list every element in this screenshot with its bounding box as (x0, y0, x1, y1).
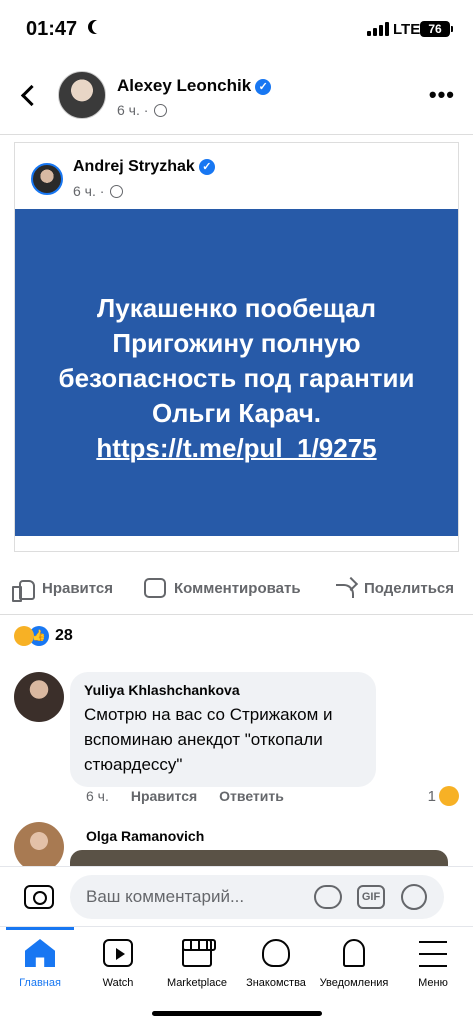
status-bar: 01:47 LTE 76 (0, 0, 473, 56)
bottom-tab-bar: Главная Watch Marketplace Знакомства Уве… (0, 926, 473, 1024)
comment-input[interactable] (70, 875, 444, 919)
globe-icon (154, 104, 168, 117)
comment-bubble[interactable]: Yuliya Khlashchankova Смотрю на вас со С… (70, 672, 376, 787)
battery-icon: 76 (420, 21, 453, 37)
like-label: Нравится (42, 579, 114, 597)
active-tab-indicator (6, 927, 74, 930)
reaction-count: 28 (55, 627, 73, 644)
more-options-button[interactable]: ••• (429, 84, 455, 106)
home-icon (25, 939, 55, 967)
comment-time: 6 ч. (86, 788, 109, 804)
like-button[interactable]: Нравится (12, 578, 114, 602)
tab-menu[interactable]: Меню (393, 939, 473, 989)
emoji-icon[interactable] (401, 884, 427, 910)
tab-label: Главная (19, 977, 61, 989)
verified-icon: ✓ (198, 159, 215, 175)
divider (0, 134, 473, 135)
shared-author-name[interactable]: Andrej Stryzhak (73, 158, 195, 175)
signal-icon (367, 22, 389, 36)
shared-author[interactable]: Andrej Stryzhak ✓ (73, 158, 215, 176)
comment-reply-button[interactable]: Ответить (219, 788, 284, 804)
moon-icon (92, 20, 106, 34)
share-button[interactable]: Поделиться (334, 578, 454, 598)
post-image-text: Лукашенко пообещал Пригожину полную безо… (37, 291, 437, 466)
dating-icon (262, 939, 290, 967)
sticker-icon[interactable] (314, 885, 342, 909)
shared-time[interactable]: 6 ч. · (73, 183, 104, 199)
menu-icon (419, 941, 447, 969)
tab-label: Знакомства (246, 977, 306, 989)
comment-reaction-count: 1 (427, 787, 436, 805)
comment-like-button[interactable]: Нравится (131, 788, 197, 804)
avatar[interactable] (58, 71, 106, 119)
comment-reactions[interactable]: 1 (428, 786, 459, 806)
haha-reaction-icon (439, 786, 459, 806)
post-author[interactable]: Alexey Leonchik ✓ (117, 76, 272, 96)
post-actions: Нравится Комментировать Поделиться (0, 570, 473, 606)
tab-marketplace[interactable]: Marketplace (157, 939, 237, 989)
post-header: Alexey Leonchik ✓ 6 ч. · ••• (0, 66, 473, 128)
comment-author[interactable]: Olga Ramanovich (86, 828, 204, 844)
post-author-name[interactable]: Alexey Leonchik (117, 76, 251, 95)
status-time: 01:47 (26, 18, 78, 40)
bell-icon (343, 939, 365, 967)
home-indicator (152, 1011, 322, 1016)
comment-meta: 6 ч. Нравится Ответить (86, 788, 284, 804)
post-image-link[interactable]: https://t.me/pul_1/9275 (37, 431, 437, 466)
watch-icon (103, 939, 133, 967)
tab-label: Marketplace (167, 977, 227, 989)
marketplace-icon (182, 939, 216, 967)
verified-icon: ✓ (255, 79, 272, 95)
globe-icon (110, 185, 124, 198)
shared-post-card[interactable]: Andrej Stryzhak ✓ 6 ч. · Лукашенко пообещ… (14, 142, 459, 552)
shared-meta: 6 ч. · (73, 183, 124, 199)
comment-label: Комментировать (174, 579, 301, 597)
avatar[interactable] (14, 822, 64, 872)
shared-avatar[interactable] (31, 163, 63, 195)
shared-post-header: Andrej Stryzhak ✓ 6 ч. · (15, 143, 458, 209)
gif-icon[interactable]: GIF (357, 885, 385, 909)
comment-text: Смотрю на вас со Стрижаком и вспоминаю а… (84, 705, 333, 774)
tab-home[interactable]: Главная (0, 939, 80, 989)
tab-dating[interactable]: Знакомства (236, 939, 316, 989)
reactions-summary[interactable]: 👍 28 (14, 626, 73, 646)
post-time[interactable]: 6 ч. · (117, 102, 148, 118)
tab-label: Уведомления (319, 977, 389, 989)
post-image-caption: Лукашенко пообещал Пригожину полную безо… (58, 293, 415, 428)
network-type: LTE (393, 21, 421, 38)
post-image[interactable]: Лукашенко пообещал Пригожину полную безо… (15, 209, 458, 536)
tab-label: Меню (418, 977, 448, 989)
comment-author[interactable]: Yuliya Khlashchankova (84, 682, 362, 698)
divider (0, 614, 473, 615)
share-label: Поделиться (364, 579, 455, 597)
post-meta: 6 ч. · (117, 102, 168, 118)
back-button[interactable] (18, 82, 40, 108)
thumbs-up-icon (12, 578, 35, 602)
comment-icon (144, 578, 166, 598)
share-icon (334, 578, 356, 598)
comment-composer: GIF (0, 866, 473, 926)
camera-icon[interactable] (24, 885, 54, 909)
avatar[interactable] (14, 672, 64, 722)
comment-button[interactable]: Комментировать (144, 578, 301, 598)
tab-notifications[interactable]: Уведомления (314, 939, 394, 989)
haha-reaction-icon (14, 626, 34, 646)
tab-watch[interactable]: Watch (78, 939, 158, 989)
tab-label: Watch (102, 977, 134, 989)
